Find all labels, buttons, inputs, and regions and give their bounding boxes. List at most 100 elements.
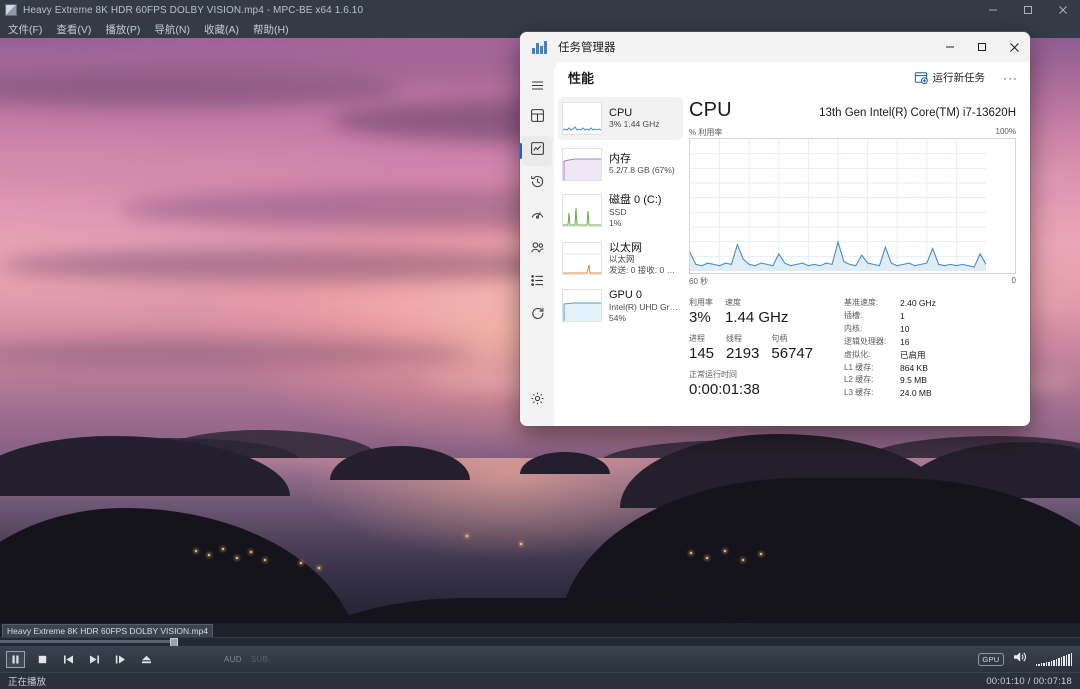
resource-sub2: 发送: 0 接收: 0 Kbps: [609, 265, 679, 276]
menu-item-file[interactable]: 文件(F): [8, 22, 42, 37]
step-frame-button[interactable]: [112, 652, 129, 667]
taskmgr-close-button[interactable]: [998, 32, 1030, 62]
resource-item-disk[interactable]: 磁盘 0 (C:) SSD 1%: [558, 189, 683, 234]
resource-title: 内存: [609, 152, 631, 165]
sidebar-item-details[interactable]: [522, 268, 552, 298]
menu-item-navigate[interactable]: 导航(N): [154, 22, 190, 37]
stat-value: 56747: [771, 345, 814, 362]
resource-sub1: 以太网: [609, 254, 635, 265]
resource-sub1: 3% 1.44 GHz: [609, 119, 660, 130]
playlist-tab-row: Heavy Extreme 8K HDR 60FPS DOLBY VISION.…: [0, 623, 1080, 637]
spec-key: L1 缓存:: [844, 362, 874, 372]
cpu-chart-svg: [690, 139, 986, 271]
sidebar-item-performance[interactable]: [520, 136, 552, 166]
resource-sub2: 1%: [609, 217, 622, 228]
playback-status-text: 正在播放: [8, 677, 47, 688]
taskmgr-toolbar: 性能 运行新任务 ···: [554, 62, 1030, 93]
spec-key: 基准速度:: [844, 298, 879, 307]
stat-label: 进程: [689, 334, 705, 343]
cpu-model-label: 13th Gen Intel(R) Core(TM) i7-13620H: [819, 107, 1016, 119]
spec-sockets: 插槽: 1: [844, 310, 1016, 323]
taskmgr-body: 性能 运行新任务 ··· CPU 3% 1.44 GHz 内存 5.2/7.8 …: [520, 62, 1030, 426]
resource-sub1: 5.2/7.8 GB (67%): [609, 165, 675, 176]
resource-item-gpu[interactable]: GPU 0 Intel(R) UHD Gra... 54%: [558, 284, 683, 329]
resource-item-memory[interactable]: 内存 5.2/7.8 GB (67%): [558, 143, 683, 186]
sidebar-item-processes[interactable]: [522, 103, 552, 133]
menu-item-play[interactable]: 播放(P): [105, 22, 140, 37]
run-new-task-button[interactable]: 运行新任务: [908, 67, 992, 88]
hamburger-menu-icon[interactable]: [522, 70, 552, 100]
stat-value: 145: [689, 345, 715, 362]
stat-value: 3%: [689, 309, 711, 326]
spec-value: 2.40 GHz: [900, 298, 936, 308]
cpu-stats-primary: 利用率 3% 速度 1.44 GHz 进程 145 线程 2193 句柄 567…: [689, 297, 844, 400]
resource-item-ethernet[interactable]: 以太网 以太网 发送: 0 接收: 0 Kbps: [558, 237, 683, 282]
graph-bottom-axis-row: 60 秒 0: [689, 276, 1016, 287]
pause-button[interactable]: [6, 650, 25, 668]
stat-utilization: 利用率 3%: [689, 297, 713, 327]
spec-key: 插槽:: [844, 310, 863, 320]
transport-controls: AUD SUB GPU: [0, 646, 1080, 672]
disk-sparkline-thumbnail: [562, 194, 602, 227]
more-options-button[interactable]: ···: [997, 69, 1024, 87]
resource-list: CPU 3% 1.44 GHz 内存 5.2/7.8 GB (67%) 磁盘 0…: [554, 93, 683, 426]
resource-item-text: GPU 0 Intel(R) UHD Gra... 54%: [609, 289, 679, 324]
stat-value: 1.44 GHz: [725, 309, 789, 326]
taskmgr-title-bar[interactable]: 任务管理器: [520, 32, 1030, 62]
next-button[interactable]: [86, 652, 103, 667]
stop-button[interactable]: [34, 652, 51, 667]
spec-base-speed: 基准速度: 2.40 GHz: [844, 297, 1016, 310]
speaker-icon[interactable]: [1013, 650, 1027, 668]
eject-button[interactable]: [138, 652, 155, 667]
taskmgr-minimize-button[interactable]: [934, 32, 966, 62]
run-new-task-label: 运行新任务: [932, 72, 986, 84]
volume-slider[interactable]: [1035, 652, 1072, 666]
previous-button[interactable]: [60, 652, 77, 667]
sidebar-item-app-history[interactable]: [522, 169, 552, 199]
audio-track-tag[interactable]: AUD: [224, 655, 242, 664]
menu-item-help[interactable]: 帮助(H): [253, 22, 289, 37]
spec-value: 9.5 MB: [900, 375, 927, 386]
resource-title: GPU 0: [609, 289, 643, 302]
sidebar-item-users[interactable]: [522, 235, 552, 265]
resource-item-text: 内存 5.2/7.8 GB (67%): [609, 148, 675, 181]
playlist-tab[interactable]: Heavy Extreme 8K HDR 60FPS DOLBY VISION.…: [2, 624, 214, 637]
town-light: [222, 548, 224, 550]
taskmgr-maximize-button[interactable]: [966, 32, 998, 62]
taskmgr-title: 任务管理器: [558, 42, 616, 54]
sidebar-item-settings[interactable]: [522, 386, 552, 416]
task-manager-window: 任务管理器 性能 运行新任务 ··· CPU 3% 1.44 GHz 内存 5.…: [520, 32, 1030, 426]
stat-value: 0:00:01:38: [689, 381, 760, 398]
resource-item-cpu[interactable]: CPU 3% 1.44 GHz: [558, 97, 683, 140]
spec-virtualization: 虚拟化: 已启用: [844, 349, 1016, 362]
sidebar-item-services[interactable]: [522, 301, 552, 331]
menu-item-favorites[interactable]: 收藏(A): [204, 22, 239, 37]
new-task-icon: [914, 71, 928, 85]
player-minimize-button[interactable]: [975, 0, 1010, 20]
playback-time: 00:01:10 / 00:07:18: [986, 675, 1072, 687]
player-title-bar[interactable]: Heavy Extreme 8K HDR 60FPS DOLBY VISION.…: [0, 0, 1080, 20]
cpu-stat-row-2: 进程 145 线程 2193 句柄 56747: [689, 333, 844, 363]
spec-value: 已启用: [900, 349, 926, 360]
town-light: [264, 559, 266, 561]
subtitle-track-tag[interactable]: SUB: [251, 655, 268, 664]
spec-key: L3 缓存:: [844, 388, 874, 398]
playlist-tab-label: Heavy Extreme 8K HDR 60FPS DOLBY VISION.…: [7, 626, 209, 636]
boat-light: [466, 535, 468, 537]
services-icon: [530, 306, 545, 326]
resource-title: 磁盘 0 (C:): [609, 194, 662, 206]
sidebar-item-startup-apps[interactable]: [522, 202, 552, 232]
player-close-button[interactable]: [1045, 0, 1080, 20]
town-light: [236, 557, 238, 559]
resource-item-text: 以太网 以太网 发送: 0 接收: 0 Kbps: [609, 242, 679, 277]
mpc-be-icon: [5, 4, 17, 16]
spec-l1-cache: L1 缓存: 864 KB: [844, 362, 1016, 375]
seek-bar[interactable]: [0, 637, 1080, 648]
boat-light: [520, 543, 522, 545]
menu-item-view[interactable]: 查看(V): [56, 22, 91, 37]
ethernet-sparkline-thumbnail: [562, 241, 602, 275]
cpu-utilization-graph: [689, 138, 1016, 274]
player-maximize-button[interactable]: [1010, 0, 1045, 20]
resource-title: CPU: [609, 106, 633, 119]
resource-sub2: 54%: [609, 313, 627, 324]
